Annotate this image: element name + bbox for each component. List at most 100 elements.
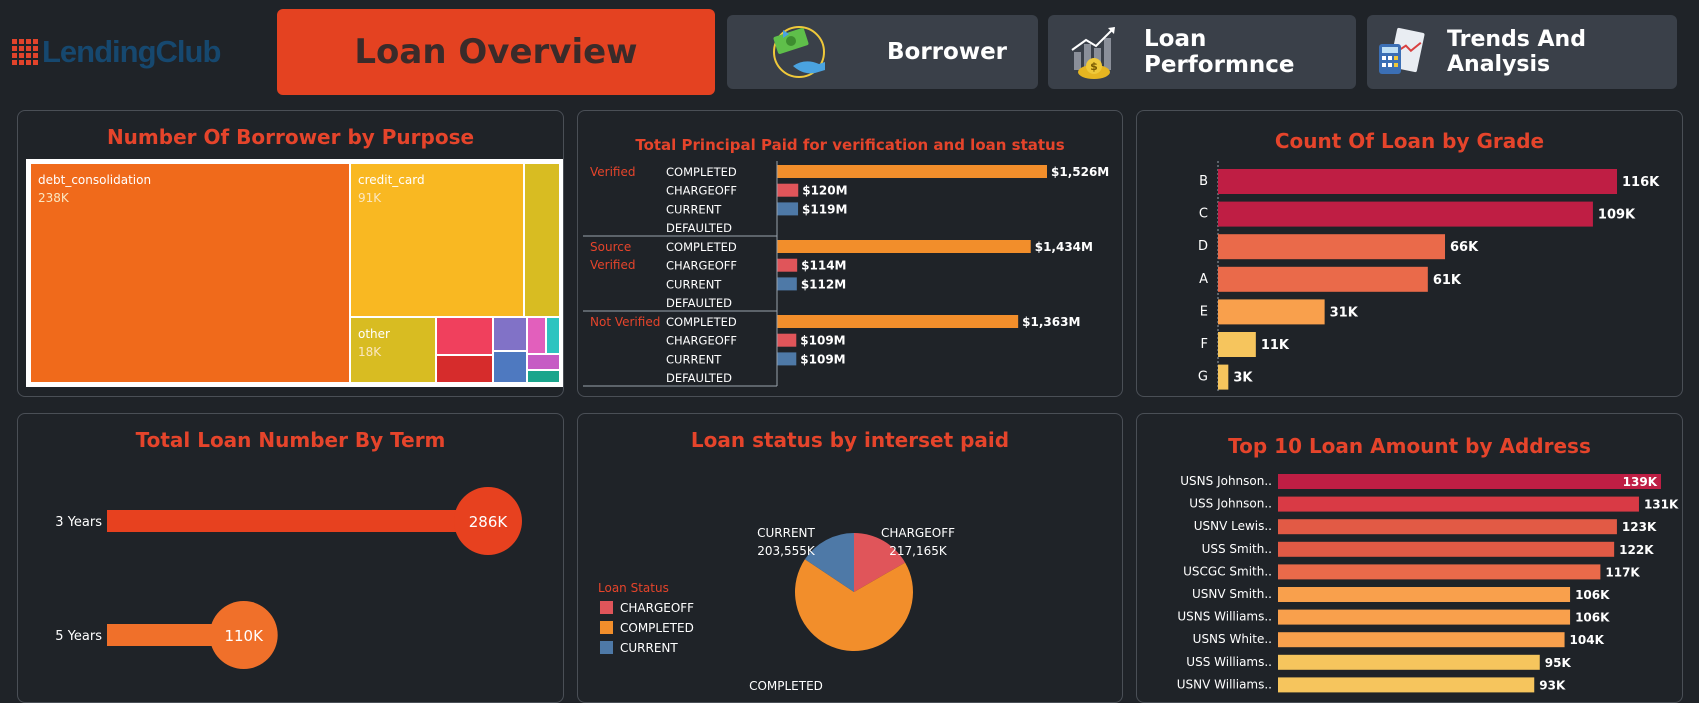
address-tick-label: USS Smith.. [1202, 542, 1272, 556]
address-tick-label: USNV Lewis.. [1194, 519, 1272, 533]
pie-slice-name: COMPLETED [749, 679, 823, 693]
chart-title: Total Loan Number By Term [135, 428, 446, 452]
chart-title: Number Of Borrower by Purpose [106, 125, 475, 149]
treemap-cell [528, 371, 559, 382]
status-label: CHARGEOFF [666, 334, 737, 348]
principal-bar-label: $114M [801, 259, 846, 273]
address-bar [1278, 609, 1571, 625]
svg-text:$: $ [1090, 60, 1098, 73]
address-bar-label: 104K [1570, 633, 1605, 647]
address-bar-label: 131K [1644, 498, 1679, 512]
legend-label: COMPLETED [620, 621, 694, 635]
group-label: Not Verified [590, 315, 660, 329]
treemap-cell-value: 91K [358, 191, 382, 205]
loan-by-grade-chart: B 116K C 109K D 66K A 61K E 31K F 11K G 3K [1198, 161, 1660, 393]
grade-bar-label: 66K [1450, 240, 1479, 255]
grade-tick-label: E [1200, 304, 1208, 319]
loan-by-grade-panel: Count Of Loan by Grade B 116K C 109K D 66K A 61… [1136, 110, 1683, 397]
principal-bar-label: $119M [802, 202, 847, 216]
address-tick-label: USNS Williams.. [1177, 610, 1272, 624]
status-label: COMPLETED [666, 240, 737, 254]
address-bar [1278, 632, 1565, 648]
principal-paid-panel: Total Principal Paid for verification an… [577, 110, 1123, 397]
address-bar [1278, 677, 1535, 693]
principal-bar-label: $120M [802, 184, 847, 198]
treemap-cell-value: 238K [38, 191, 70, 205]
address-bar-label: 117K [1605, 565, 1640, 579]
treemap-cell [528, 355, 559, 369]
status-label: DEFAULTED [666, 371, 732, 385]
status-label: CURRENT [666, 352, 722, 366]
nav-trends-button[interactable]: Trends And Analysis [1367, 15, 1677, 89]
address-tick-label: USCGC Smith.. [1183, 564, 1272, 578]
chart-title: Top 10 Loan Amount by Address [1228, 434, 1591, 458]
status-label: COMPLETED [666, 315, 737, 329]
grade-tick-label: C [1199, 207, 1208, 222]
address-bar-label: 106K [1575, 588, 1610, 602]
grade-tick-label: G [1198, 370, 1208, 385]
loan-status-interest-panel: Loan status by interset paid CHARGEOFF 21… [577, 413, 1123, 703]
treemap-cell-label: debt_consolidation [38, 173, 151, 187]
grade-bar [1218, 266, 1428, 292]
treemap-cell-label: other [358, 327, 390, 341]
money-growth-icon: $ [1071, 27, 1115, 79]
grade-bar-label: 31K [1330, 305, 1359, 320]
status-label: CURRENT [666, 202, 722, 216]
nav-loan-overview-label: Loan Overview [354, 32, 638, 72]
principal-bar [777, 183, 799, 197]
address-tick-label: USNS White.. [1193, 632, 1272, 646]
address-bar [1278, 654, 1540, 670]
chart-title: Count Of Loan by Grade [1274, 129, 1545, 153]
legend-title: Loan Status [598, 581, 669, 595]
address-bar-label: 106K [1575, 611, 1610, 625]
principal-bar-label: $1,526M [1051, 165, 1109, 179]
principal-bar [777, 315, 1019, 328]
loan-by-term-chart: 3 Years 286K 5 Years 110K [55, 487, 522, 669]
legend-swatch [600, 601, 613, 614]
grade-tick-label: A [1199, 272, 1208, 287]
grade-bar-label: 116K [1622, 175, 1660, 190]
status-label: DEFAULTED [666, 296, 732, 310]
term-tick-label: 5 Years [55, 629, 102, 644]
legend-label: CHARGEOFF [620, 601, 694, 615]
borrower-by-purpose-panel: Number Of Borrower by Purpose debt_conso… [17, 110, 564, 397]
term-bar-label: 110K [224, 627, 264, 645]
logo-grid-icon [12, 39, 38, 65]
address-bar-label: 123K [1622, 520, 1657, 534]
legend-swatch [600, 641, 613, 654]
principal-bar [777, 333, 797, 347]
treemap-cell-label: credit_card [358, 173, 425, 187]
nav-loan-performance-button[interactable]: $ Loan Performnce [1048, 15, 1356, 89]
address-tick-label: USS Williams.. [1186, 655, 1272, 669]
principal-bar [777, 240, 1031, 253]
term-tick-label: 3 Years [55, 515, 102, 530]
address-bar [1278, 519, 1617, 535]
grade-tick-label: D [1198, 239, 1208, 254]
status-label: CURRENT [666, 277, 722, 291]
address-tick-label: USNS Johnson.. [1180, 474, 1272, 488]
loan-by-address-panel: Top 10 Loan Amount by Address USNS Johns… [1136, 413, 1683, 703]
term-bar-label: 286K [469, 513, 509, 531]
treemap-cell [547, 318, 559, 353]
grade-bar [1218, 201, 1593, 227]
grade-tick-label: F [1201, 337, 1208, 352]
group-label: Verified [590, 258, 636, 272]
principal-bar-label: $109M [800, 352, 845, 366]
address-bar [1278, 587, 1571, 602]
chart-title: Loan status by interset paid [690, 428, 1010, 452]
treemap-cell [494, 352, 526, 382]
principal-bar-label: $112M [801, 277, 846, 291]
loan-by-term-panel: Total Loan Number By Term 3 Years 286K 5 Y… [17, 413, 564, 703]
treemap-cell [494, 318, 526, 350]
nav-borrower-button[interactable]: Borrower [727, 15, 1038, 89]
loan-by-address-chart: USNS Johnson.. 139K USS Johnson.. 131K USNV … [1177, 474, 1679, 693]
group-label: Verified [590, 165, 636, 179]
status-label: CHARGEOFF [666, 259, 737, 273]
treemap-cell [437, 356, 492, 382]
nav-loan-overview-button[interactable]: Loan Overview [277, 9, 715, 95]
principal-bar [777, 165, 1047, 178]
principal-bar [777, 202, 799, 216]
address-bar-label: 139K [1623, 475, 1658, 489]
grade-bar [1218, 169, 1617, 194]
grade-bar-label: 61K [1433, 273, 1462, 288]
